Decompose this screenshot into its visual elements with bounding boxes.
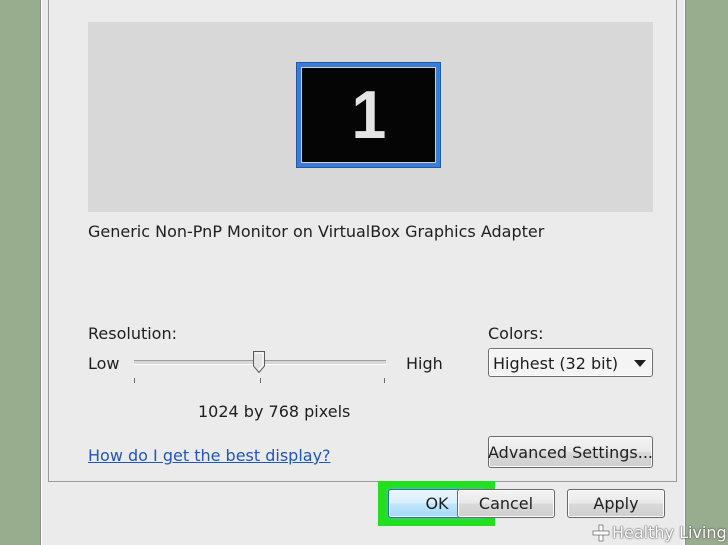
screen: 1 Generic Non-PnP Monitor on VirtualBox … <box>0 0 728 545</box>
resolution-low-label: Low <box>88 354 120 373</box>
slider-tick <box>260 378 261 383</box>
watermark-text: Healthy Living <box>612 523 727 542</box>
resolution-slider-thumb[interactable] <box>253 351 265 374</box>
resolution-value-label: 1024 by 768 pixels <box>198 402 351 421</box>
best-display-help-link[interactable]: How do I get the best display? <box>88 446 331 465</box>
display-settings-dialog: 1 Generic Non-PnP Monitor on VirtualBox … <box>40 0 686 545</box>
leaf-plus-icon <box>592 524 610 542</box>
watermark: Healthy Living <box>592 520 728 545</box>
chevron-down-icon <box>634 360 646 367</box>
colors-label: Colors: <box>488 324 544 343</box>
settings-panel: 1 Generic Non-PnP Monitor on VirtualBox … <box>48 0 677 482</box>
resolution-high-label: High <box>406 354 443 373</box>
slider-tick <box>134 378 135 383</box>
advanced-settings-button[interactable]: Advanced Settings... <box>488 436 653 468</box>
colors-dropdown[interactable]: Highest (32 bit) <box>488 348 653 377</box>
monitor-number: 1 <box>351 77 386 153</box>
cancel-button[interactable]: Cancel <box>457 489 555 518</box>
colors-selected-value: Highest (32 bit) <box>493 354 619 373</box>
resolution-label: Resolution: <box>88 324 177 343</box>
slider-tick <box>384 378 385 383</box>
apply-button[interactable]: Apply <box>567 489 665 518</box>
monitor-name-label: Generic Non-PnP Monitor on VirtualBox Gr… <box>88 222 545 241</box>
monitor-1-tile[interactable]: 1 <box>296 62 441 168</box>
monitor-screen: 1 <box>301 67 436 163</box>
